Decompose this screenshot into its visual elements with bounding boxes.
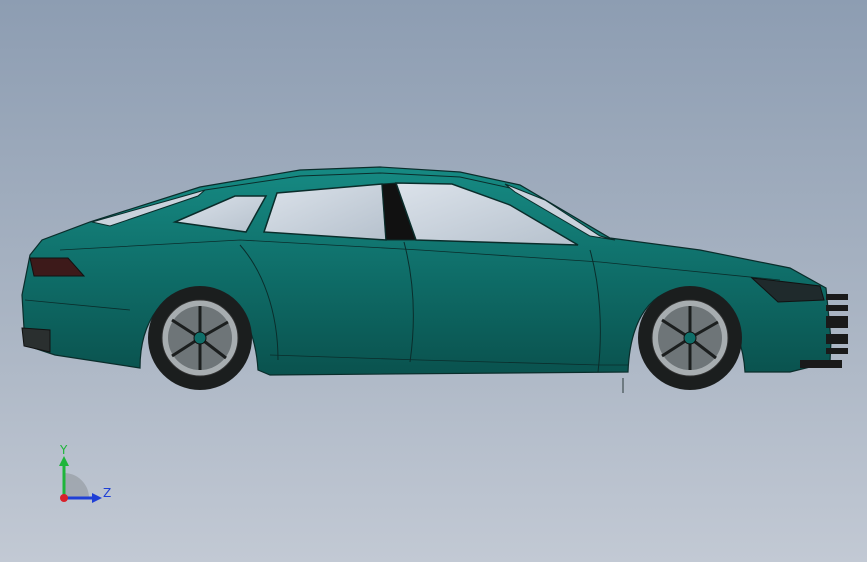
z-axis-arrowhead bbox=[92, 493, 102, 503]
y-axis-label: Y bbox=[60, 443, 68, 457]
rear-diffuser bbox=[21, 327, 51, 353]
front-wheel bbox=[638, 286, 742, 390]
cad-viewport[interactable]: Y Z bbox=[0, 0, 867, 562]
x-axis-origin bbox=[60, 494, 68, 502]
rear-wheel bbox=[148, 286, 252, 390]
rear-door-window bbox=[262, 183, 387, 241]
car-model[interactable] bbox=[0, 0, 867, 562]
xz-plane-quadrant bbox=[64, 473, 89, 498]
y-axis-arrowhead bbox=[59, 456, 69, 466]
z-axis-label: Z bbox=[103, 486, 112, 500]
